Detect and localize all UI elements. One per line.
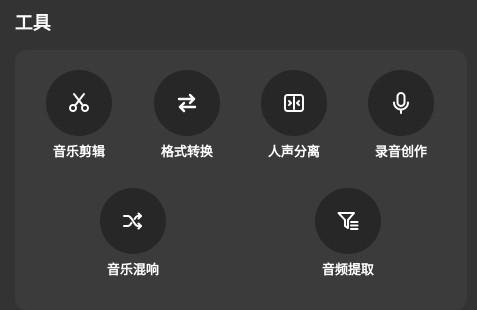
tool-audio-extract-label: 音频提取 [321,263,374,278]
tool-record-create-circle[interactable] [368,70,434,136]
tool-music-reverb-button[interactable]: 音乐混响 [88,188,178,279]
tool-audio-extract-button[interactable]: 音频提取 [303,188,393,279]
tool-vocal-separation-button[interactable]: 人声分离 [249,70,339,161]
scissors-icon [69,93,89,112]
filter-list-icon [337,212,359,230]
tool-music-reverb-label: 音乐混响 [106,263,159,278]
tool-format-convert-label: 格式转换 [160,145,213,160]
tool-record-create-button[interactable]: 录音创作 [356,70,446,161]
tool-music-edit-label: 音乐剪辑 [52,145,105,160]
swap-arrows-icon [177,93,197,113]
tool-format-convert-button[interactable]: 格式转换 [142,70,232,161]
tool-music-reverb-circle[interactable] [100,188,166,254]
tool-vocal-separation-label: 人声分离 [267,145,320,160]
tool-audio-extract-circle[interactable] [315,188,381,254]
tool-vocal-separation-circle[interactable] [261,70,327,136]
section-title: 工具 [15,13,51,34]
tool-music-edit-button[interactable]: 音乐剪辑 [34,70,124,161]
tool-format-convert-circle[interactable] [154,70,220,136]
tool-record-create-label: 录音创作 [374,145,427,160]
microphone-icon [393,92,409,114]
split-icon [284,94,304,112]
shuffle-icon [123,212,142,230]
tool-music-edit-circle[interactable] [46,70,112,136]
